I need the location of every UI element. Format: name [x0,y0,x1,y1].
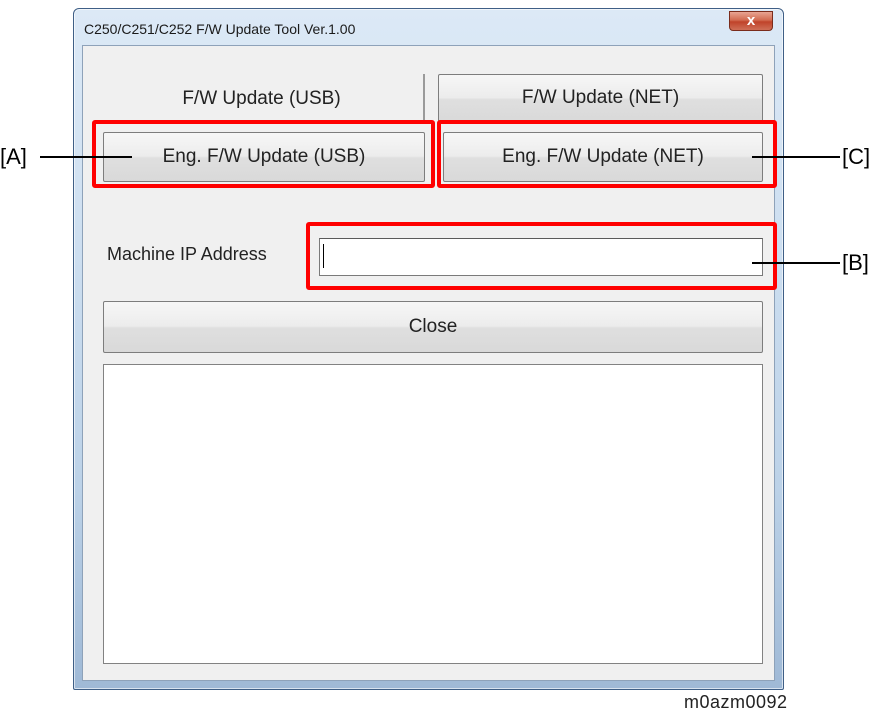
window-title: C250/C251/C252 F/W Update Tool Ver.1.00 [84,21,356,37]
callout-label-b: [B] [842,250,869,275]
fw-update-usb-button[interactable]: F/W Update (USB) [104,78,419,120]
update-tool-window: C250/C251/C252 F/W Update Tool Ver.1.00 … [73,8,784,690]
highlight-box-b [306,222,777,290]
callout-line-b [752,262,840,264]
figure-id-label: m0azm0092 [684,692,788,712]
callout-label-c: [C] [842,144,871,169]
callout-label-a: [A] [0,144,27,169]
button-separator [423,74,425,120]
highlight-box-a [92,120,435,188]
callout-line-a [40,156,132,158]
window-close-icon[interactable]: x [729,11,773,31]
close-button[interactable]: Close [103,301,763,353]
output-log-area[interactable] [103,364,763,664]
callout-line-c [752,156,840,158]
fw-update-net-button[interactable]: F/W Update (NET) [438,74,763,122]
machine-ip-address-label: Machine IP Address [107,244,267,264]
highlight-box-c [437,120,777,188]
